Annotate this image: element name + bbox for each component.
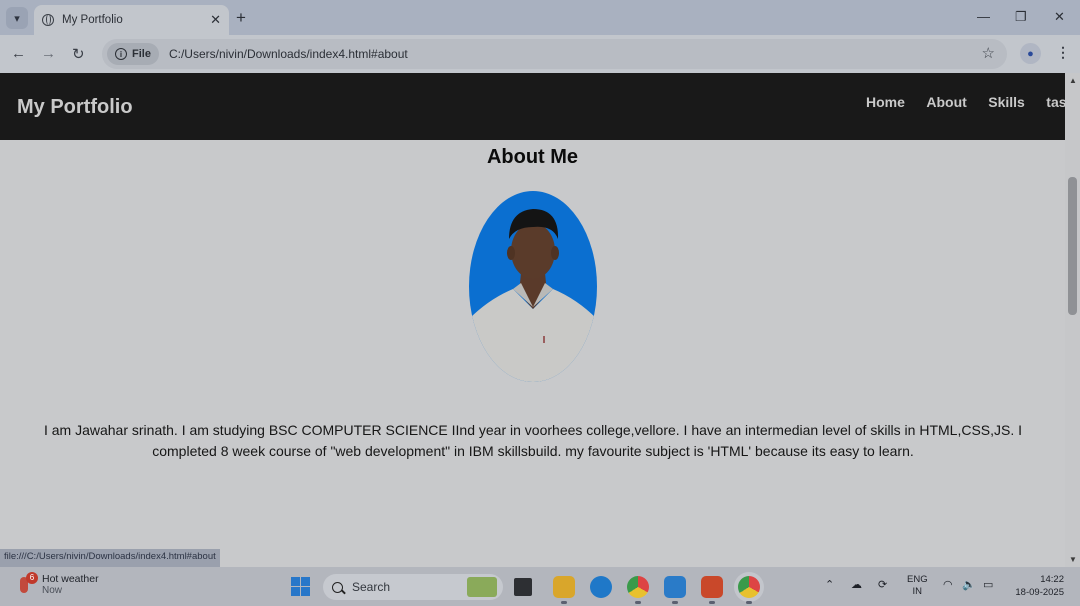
- system-clock[interactable]: 14:22 18-09-2025: [1010, 573, 1064, 599]
- nav-link-task[interactable]: task: [1046, 94, 1065, 110]
- wifi-icon[interactable]: ◠: [943, 578, 953, 591]
- tab-title: My Portfolio: [62, 14, 123, 26]
- site-brand: My Portfolio: [17, 96, 133, 118]
- site-info-chip[interactable]: i File: [107, 43, 159, 65]
- weather-title: Hot weather: [42, 573, 99, 585]
- chrome-icon[interactable]: [627, 576, 649, 604]
- restore-icon[interactable]: ❐: [1015, 9, 1027, 25]
- tray-overflow-chevron-icon[interactable]: ⌃: [825, 578, 834, 591]
- nav-link-about[interactable]: About: [926, 94, 966, 110]
- edge-browser-icon[interactable]: [590, 576, 612, 598]
- weather-badge: 6: [26, 571, 38, 584]
- weather-widget[interactable]: 6 Hot weather Now: [15, 571, 99, 596]
- info-icon: i: [115, 48, 127, 60]
- site-header: My Portfolio Home About Skills task: [0, 73, 1065, 140]
- search-highlight-icon: [467, 577, 497, 597]
- clock-date: 18-09-2025: [1015, 587, 1064, 598]
- profile-avatar-icon[interactable]: ●: [1020, 43, 1041, 64]
- browser-menu-icon[interactable]: ⋮: [1056, 44, 1070, 61]
- close-window-icon[interactable]: ✕: [1054, 9, 1065, 25]
- status-url-bubble: file:///C:/Users/nivin/Downloads/index4.…: [0, 549, 220, 567]
- about-heading: About Me: [486, 146, 579, 168]
- profile-photo: [469, 191, 597, 382]
- powerpoint-icon[interactable]: [701, 576, 723, 604]
- onedrive-cloud-icon[interactable]: ☁: [851, 578, 862, 591]
- vscode-icon[interactable]: [664, 576, 686, 604]
- taskbar-search-label: Search: [352, 580, 391, 594]
- search-icon: [332, 581, 343, 593]
- address-bar[interactable]: i File C:/Users/nivin/Downloads/index4.h…: [102, 39, 1007, 69]
- site-nav-links: Home About Skills task: [866, 94, 1065, 112]
- page-viewport: My Portfolio Home About Skills task Abou…: [0, 73, 1065, 567]
- chrome-active-icon[interactable]: [738, 576, 760, 604]
- bookmark-star-icon[interactable]: ☆: [982, 44, 995, 62]
- browser-toolbar: ← → ↻ i File C:/Users/nivin/Downloads/in…: [0, 35, 1080, 73]
- volume-icon[interactable]: 🔈: [962, 578, 976, 591]
- windows-start-icon[interactable]: [291, 577, 310, 596]
- scrollbar-thumb[interactable]: [1068, 177, 1077, 315]
- globe-icon: [42, 14, 54, 26]
- about-paragraph: I am Jawahar srinath. I am studying BSC …: [43, 422, 1023, 459]
- site-info-label: File: [132, 48, 151, 60]
- tab-search-button[interactable]: ▾: [6, 7, 28, 29]
- thermometer-icon: 6: [15, 571, 38, 596]
- new-tab-button[interactable]: +: [236, 8, 246, 28]
- sync-icon[interactable]: ⟳: [878, 578, 887, 591]
- task-view-icon[interactable]: [514, 578, 532, 596]
- forward-arrow-icon[interactable]: →: [41, 45, 56, 62]
- lang-top: ENG: [907, 574, 928, 585]
- scroll-up-arrow-icon[interactable]: ▲: [1069, 76, 1077, 85]
- tab-my-portfolio[interactable]: My Portfolio ✕: [34, 5, 229, 35]
- taskbar: 6 Hot weather Now Search ⌃ ☁ ⟳ ENG IN ◠ …: [0, 567, 1080, 606]
- scroll-down-arrow-icon[interactable]: ▼: [1069, 555, 1077, 564]
- taskbar-search[interactable]: Search: [323, 574, 503, 600]
- input-language[interactable]: ENG IN: [907, 574, 928, 598]
- file-explorer-icon[interactable]: [553, 576, 575, 604]
- close-tab-icon[interactable]: ✕: [210, 12, 221, 28]
- url-text[interactable]: C:/Users/nivin/Downloads/index4.html#abo…: [169, 47, 408, 61]
- battery-icon[interactable]: ▭: [983, 578, 993, 591]
- reload-icon[interactable]: ↻: [72, 45, 85, 63]
- clock-time: 14:22: [1040, 574, 1064, 585]
- tab-strip: ▾ My Portfolio ✕ + — ❐ ✕: [0, 0, 1080, 35]
- nav-link-skills[interactable]: Skills: [988, 94, 1025, 110]
- lang-bottom: IN: [912, 586, 923, 597]
- weather-subtitle: Now: [42, 585, 63, 596]
- nav-link-home[interactable]: Home: [866, 94, 905, 110]
- back-arrow-icon[interactable]: ←: [11, 45, 26, 62]
- page-scrollbar[interactable]: ▲ ▼: [1065, 73, 1080, 567]
- minimize-icon[interactable]: —: [977, 9, 990, 24]
